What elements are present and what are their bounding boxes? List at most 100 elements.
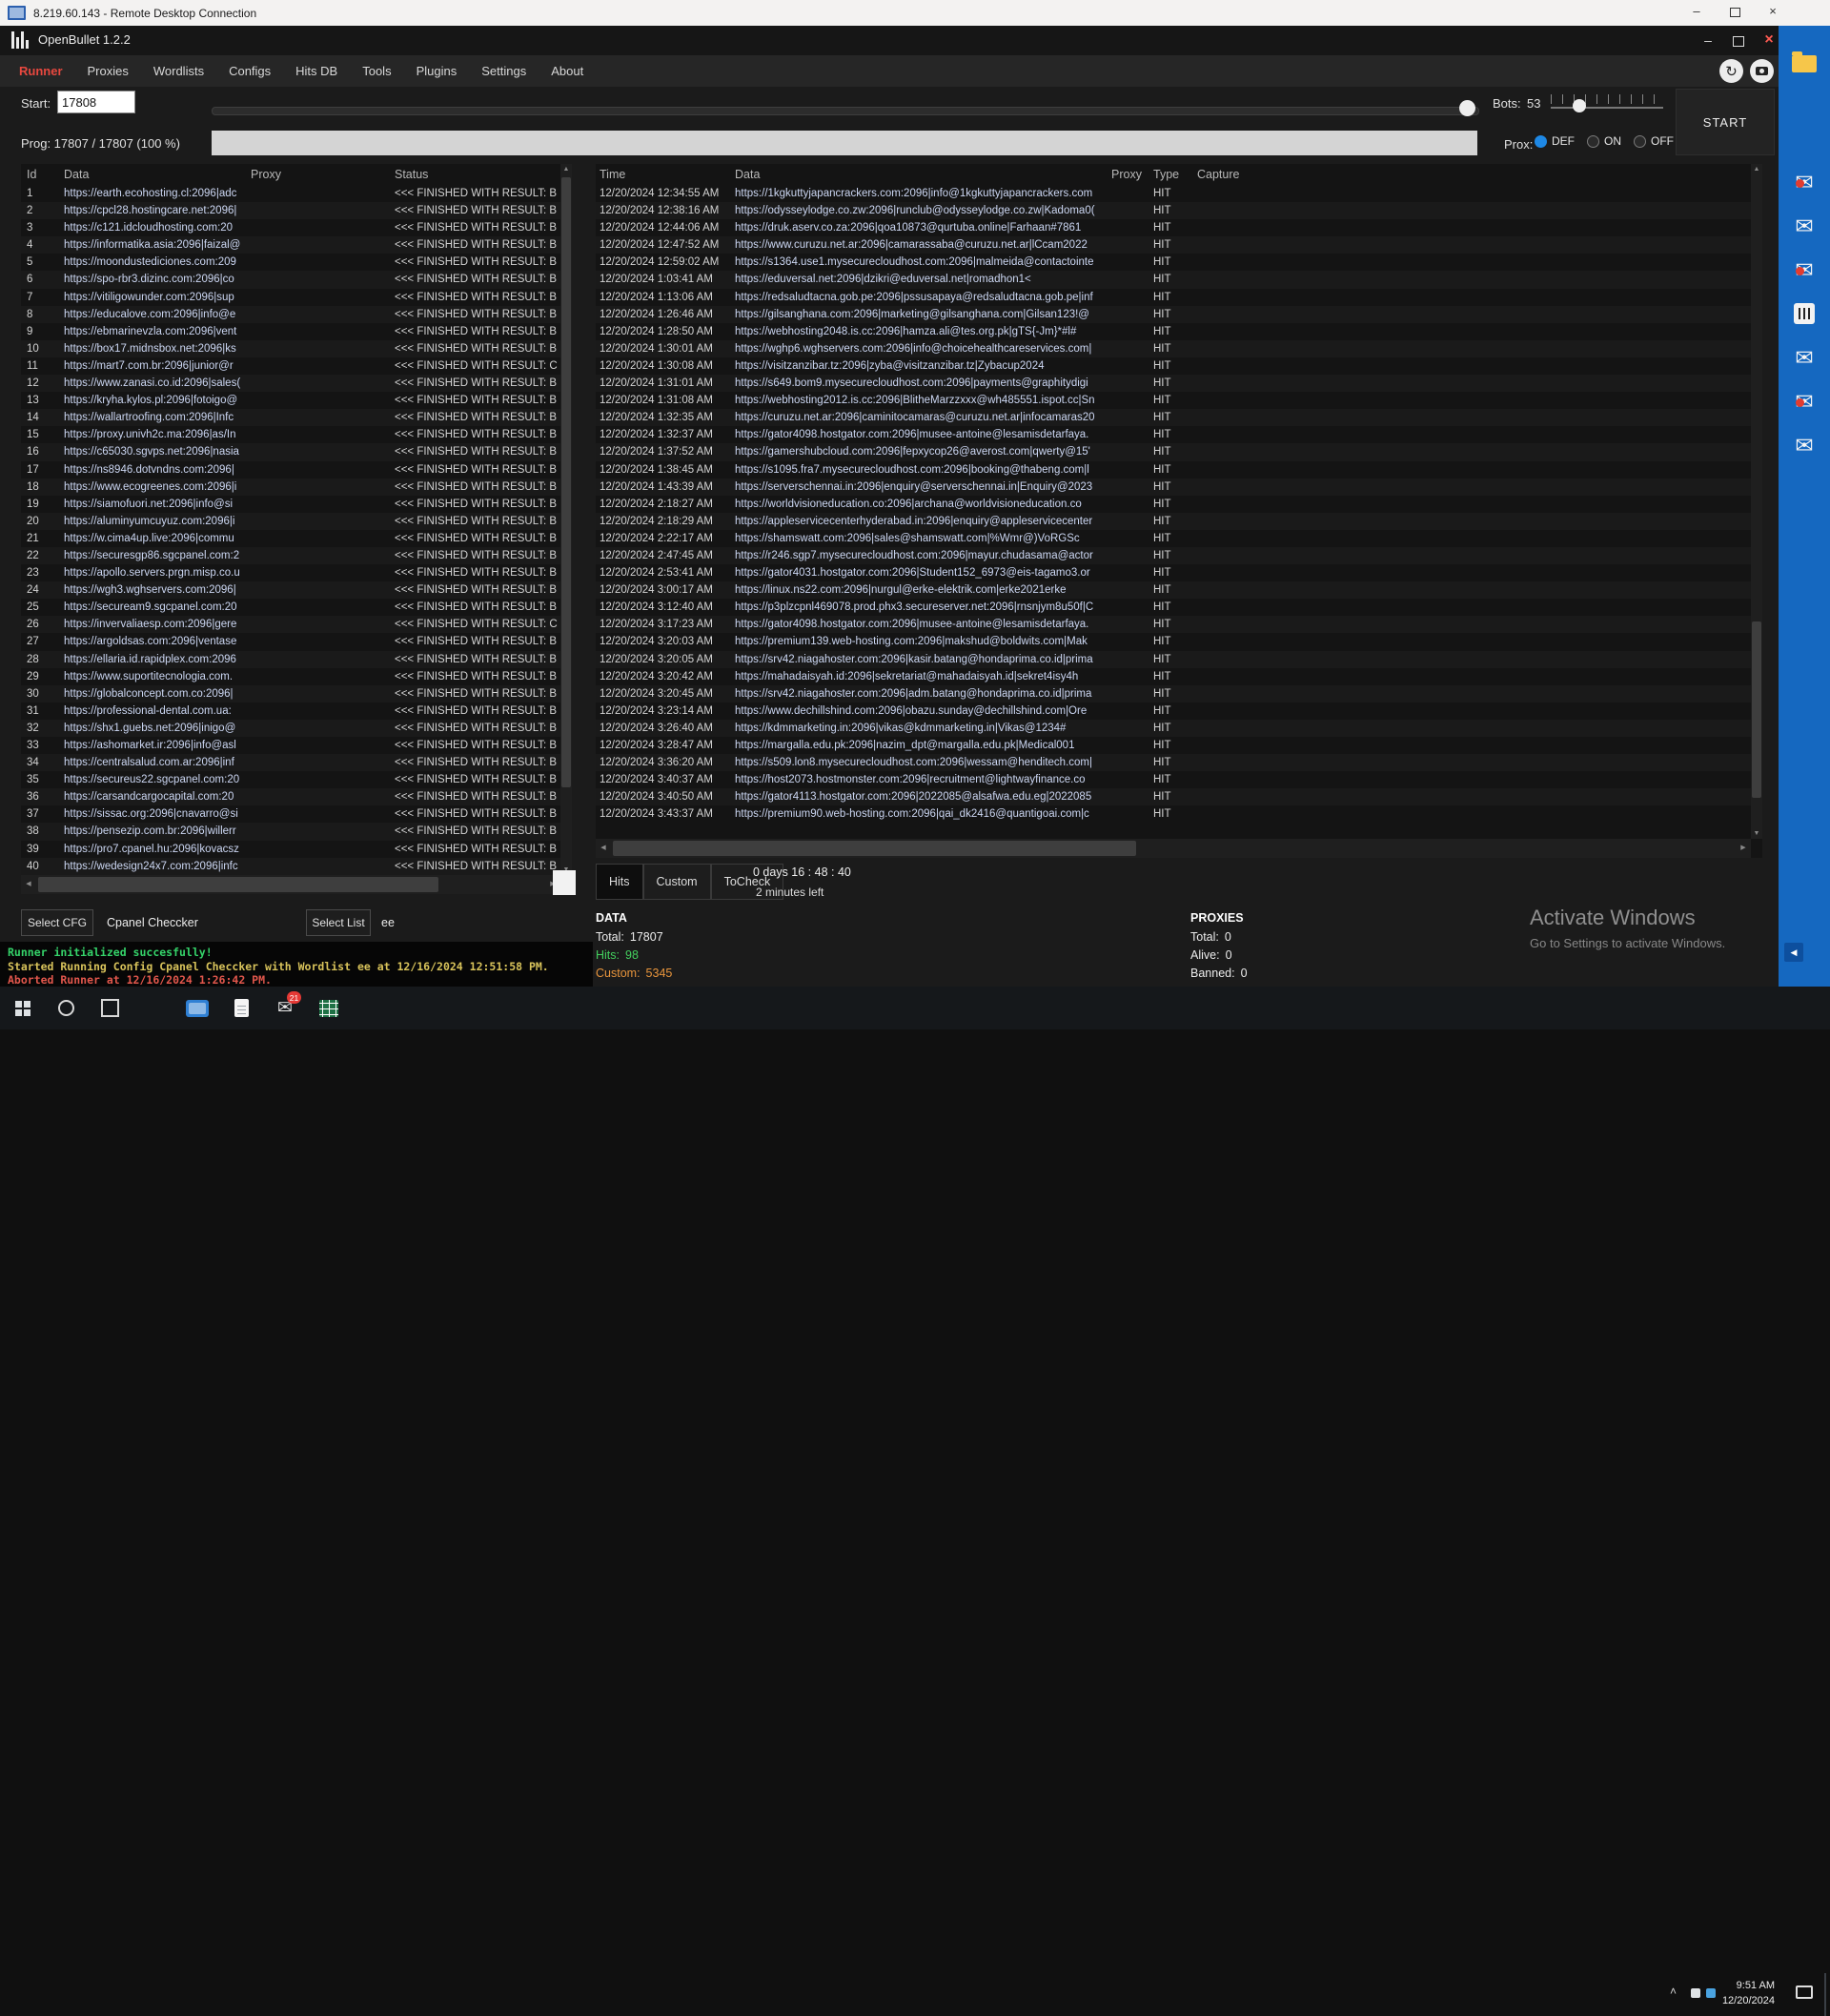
notification-center-icon[interactable] bbox=[1796, 1985, 1813, 1999]
desktop-icon[interactable] bbox=[1779, 249, 1830, 291]
table-row[interactable]: 12/20/2024 3:17:23 AM https://gator4098.… bbox=[596, 616, 1751, 633]
table-row[interactable]: 12/20/2024 1:30:08 AM https://visitzanzi… bbox=[596, 357, 1751, 375]
desktop-icon[interactable] bbox=[1779, 117, 1830, 159]
proxy-mode-option[interactable]: ON bbox=[1587, 134, 1621, 148]
rdp-maximize-button[interactable] bbox=[1716, 0, 1754, 25]
proxy-mode-option[interactable]: OFF bbox=[1634, 134, 1674, 148]
scroll-right-icon[interactable]: ▶ bbox=[1736, 839, 1751, 858]
tray-icon[interactable] bbox=[1691, 1988, 1700, 1998]
table-row[interactable]: 12/20/2024 1:32:37 AM https://gator4098.… bbox=[596, 426, 1751, 443]
taskbar-icon[interactable]: 21 bbox=[263, 987, 307, 1029]
desktop-icon[interactable] bbox=[1779, 336, 1830, 378]
taskbar-clock[interactable]: 9:51 AM 12/20/2024 bbox=[1716, 1978, 1775, 2008]
taskbar-icon[interactable] bbox=[175, 987, 219, 1029]
table-row[interactable]: 12/20/2024 1:43:39 AM https://serversche… bbox=[596, 479, 1751, 496]
table-row[interactable]: 16 https://c65030.sgvps.net:2096|nasia <… bbox=[21, 443, 560, 460]
scrollbar-thumb[interactable] bbox=[561, 177, 571, 787]
table-row[interactable]: 12/20/2024 2:53:41 AM https://gator4031.… bbox=[596, 564, 1751, 581]
table-row[interactable]: 21 https://w.cima4up.live:2096|commu <<<… bbox=[21, 530, 560, 547]
table-row[interactable]: 14 https://wallartroofing.com:2096|Infc … bbox=[21, 409, 560, 426]
table-row[interactable]: 34 https://centralsalud.com.ar:2096|inf … bbox=[21, 754, 560, 771]
table-row[interactable]: 12/20/2024 1:31:08 AM https://webhosting… bbox=[596, 392, 1751, 409]
select-cfg-button[interactable]: Select CFG bbox=[21, 909, 93, 936]
rdp-minimize-button[interactable]: – bbox=[1678, 0, 1716, 25]
left-horizontal-scrollbar[interactable]: ◀ ▶ bbox=[21, 875, 560, 894]
menu-item[interactable]: Wordlists bbox=[153, 64, 204, 78]
update-check-icon[interactable] bbox=[1719, 59, 1743, 83]
taskbar-icon[interactable] bbox=[219, 987, 263, 1029]
table-row[interactable]: 12/20/2024 12:38:16 AM https://odysseylo… bbox=[596, 202, 1751, 219]
table-row[interactable]: 10 https://box17.midnsbox.net:2096|ks <<… bbox=[21, 340, 560, 357]
table-row[interactable]: 12/20/2024 3:20:42 AM https://mahadaisya… bbox=[596, 668, 1751, 685]
table-row[interactable]: 12/20/2024 1:30:01 AM https://wghp6.wghs… bbox=[596, 340, 1751, 357]
scrollbar-thumb[interactable] bbox=[613, 841, 1136, 856]
table-row[interactable]: 12/20/2024 2:18:27 AM https://worldvisio… bbox=[596, 496, 1751, 513]
table-row[interactable]: 8 https://educalove.com:2096|info@e <<< … bbox=[21, 306, 560, 323]
table-row[interactable]: 23 https://apollo.servers.prgn.misp.co.u… bbox=[21, 564, 560, 581]
progress-slider[interactable] bbox=[212, 107, 1479, 115]
scrollbar-thumb[interactable] bbox=[1752, 621, 1761, 798]
bots-slider-thumb[interactable] bbox=[1573, 99, 1586, 112]
menu-item[interactable]: Hits DB bbox=[295, 64, 337, 78]
table-row[interactable]: 12/20/2024 3:26:40 AM https://kdmmarketi… bbox=[596, 720, 1751, 737]
table-row[interactable]: 35 https://secureus22.sgcpanel.com:20 <<… bbox=[21, 771, 560, 788]
screenshot-icon[interactable] bbox=[1750, 59, 1774, 83]
menu-item[interactable]: Plugins bbox=[417, 64, 458, 78]
table-row[interactable]: 13 https://kryha.kylos.pl:2096|fotoigo@ … bbox=[21, 392, 560, 409]
taskbar-icon[interactable] bbox=[44, 987, 88, 1029]
table-row[interactable]: 30 https://globalconcept.com.co:2096| <<… bbox=[21, 685, 560, 703]
table-row[interactable]: 12/20/2024 3:28:47 AM https://margalla.e… bbox=[596, 737, 1751, 754]
table-row[interactable]: 31 https://professional-dental.com.ua: <… bbox=[21, 703, 560, 720]
taskbar-icon[interactable] bbox=[88, 987, 132, 1029]
rdp-close-button[interactable]: × bbox=[1754, 0, 1792, 25]
taskbar-icon[interactable] bbox=[132, 987, 175, 1029]
table-row[interactable]: 12/20/2024 1:28:50 AM https://webhosting… bbox=[596, 323, 1751, 340]
desktop-icon[interactable] bbox=[1779, 161, 1830, 203]
scroll-up-icon[interactable]: ▲ bbox=[560, 166, 572, 173]
table-row[interactable]: 32 https://shx1.guebs.net:2096|inigo@ <<… bbox=[21, 720, 560, 737]
table-row[interactable]: 9 https://ebmarinevzla.com:2096|vent <<<… bbox=[21, 323, 560, 340]
results-tab[interactable]: Hits bbox=[596, 864, 643, 900]
table-row[interactable]: 20 https://aluminyumcuyuz.com:2096|i <<<… bbox=[21, 513, 560, 530]
desktop-icon[interactable] bbox=[1779, 380, 1830, 422]
table-row[interactable]: 12/20/2024 3:23:14 AM https://www.dechil… bbox=[596, 703, 1751, 720]
table-row[interactable]: 2 https://cpcl28.hostingcare.net:2096| <… bbox=[21, 202, 560, 219]
table-row[interactable]: 12/20/2024 1:03:41 AM https://eduversal.… bbox=[596, 271, 1751, 288]
table-row[interactable]: 12/20/2024 3:20:05 AM https://srv42.niag… bbox=[596, 651, 1751, 668]
desktop-icon[interactable] bbox=[1779, 43, 1830, 85]
table-row[interactable]: 12/20/2024 3:20:03 AM https://premium139… bbox=[596, 633, 1751, 650]
table-row[interactable]: 12/20/2024 2:22:17 AM https://shamswatt.… bbox=[596, 530, 1751, 547]
desktop-icon[interactable] bbox=[1779, 205, 1830, 247]
openbullet-minimize-button[interactable]: – bbox=[1695, 30, 1721, 52]
show-desktop-button[interactable] bbox=[1824, 1973, 1826, 2016]
table-row[interactable]: 12/20/2024 1:38:45 AM https://s1095.fra7… bbox=[596, 461, 1751, 479]
bots-slider-track[interactable] bbox=[1551, 107, 1663, 109]
left-vertical-scrollbar[interactable]: ▲ ▼ bbox=[560, 164, 572, 875]
table-row[interactable]: 12/20/2024 3:40:37 AM https://host2073.h… bbox=[596, 771, 1751, 788]
table-row[interactable]: 12/20/2024 2:18:29 AM https://appleservi… bbox=[596, 513, 1751, 530]
table-row[interactable]: 4 https://informatika.asia:2096|faizal@ … bbox=[21, 236, 560, 254]
start-runner-button[interactable]: START bbox=[1676, 89, 1775, 155]
scroll-up-icon[interactable]: ▲ bbox=[1751, 166, 1762, 173]
menu-item[interactable]: Runner bbox=[19, 64, 63, 78]
table-row[interactable]: 17 https://ns8946.dotvndns.com:2096| <<<… bbox=[21, 461, 560, 479]
table-row[interactable]: 12/20/2024 3:40:50 AM https://gator4113.… bbox=[596, 788, 1751, 805]
table-row[interactable]: 12/20/2024 12:59:02 AM https://s1364.use… bbox=[596, 254, 1751, 271]
menu-item[interactable]: Settings bbox=[481, 64, 526, 78]
table-row[interactable]: 19 https://siamofuori.net:2096|info@si <… bbox=[21, 496, 560, 513]
table-row[interactable]: 12/20/2024 1:26:46 AM https://gilsanghan… bbox=[596, 306, 1751, 323]
table-row[interactable]: 12/20/2024 2:47:45 AM https://r246.sgp7.… bbox=[596, 547, 1751, 564]
table-row[interactable]: 12 https://www.zanasi.co.id:2096|sales( … bbox=[21, 375, 560, 392]
table-row[interactable]: 12/20/2024 3:36:20 AM https://s509.lon8.… bbox=[596, 754, 1751, 771]
table-row[interactable]: 12/20/2024 1:13:06 AM https://redsaludta… bbox=[596, 289, 1751, 306]
tray-expand-icon[interactable]: ˄ bbox=[1670, 1985, 1677, 1998]
table-row[interactable]: 12/20/2024 3:12:40 AM https://p3plzcpnl4… bbox=[596, 599, 1751, 616]
table-row[interactable]: 7 https://vitiligowunder.com:2096|sup <<… bbox=[21, 289, 560, 306]
table-row[interactable]: 11 https://mart7.com.br:2096|junior@r <<… bbox=[21, 357, 560, 375]
menu-item[interactable]: Proxies bbox=[88, 64, 129, 78]
select-list-button[interactable]: Select List bbox=[306, 909, 371, 936]
menu-item[interactable]: About bbox=[551, 64, 583, 78]
table-row[interactable]: 29 https://www.suportitecnologia.com. <<… bbox=[21, 668, 560, 685]
menu-item[interactable]: Tools bbox=[362, 64, 391, 78]
table-row[interactable]: 12/20/2024 1:32:35 AM https://curuzu.net… bbox=[596, 409, 1751, 426]
